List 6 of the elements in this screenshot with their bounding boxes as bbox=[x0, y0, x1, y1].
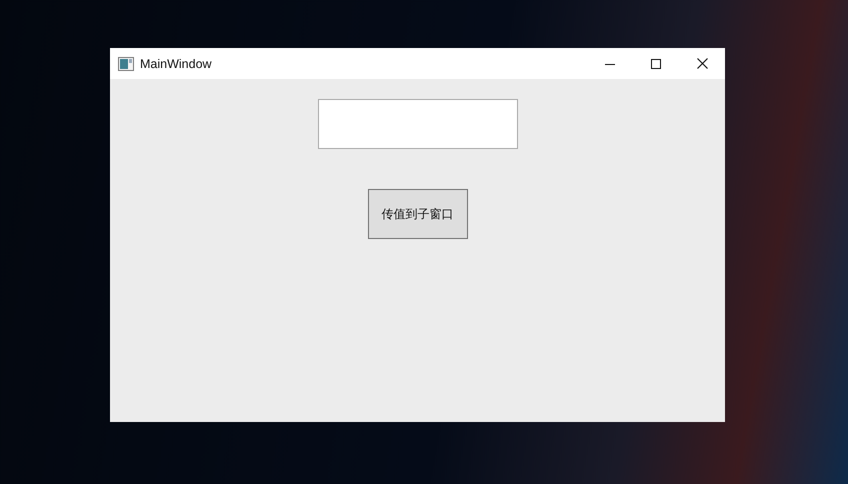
app-window-icon bbox=[118, 56, 134, 70]
text-field[interactable] bbox=[318, 99, 518, 149]
pass-value-button[interactable]: 传值到子窗口 bbox=[368, 189, 468, 239]
maximize-icon bbox=[651, 58, 661, 68]
close-icon bbox=[696, 58, 708, 69]
window-title: MainWindow bbox=[140, 56, 212, 70]
